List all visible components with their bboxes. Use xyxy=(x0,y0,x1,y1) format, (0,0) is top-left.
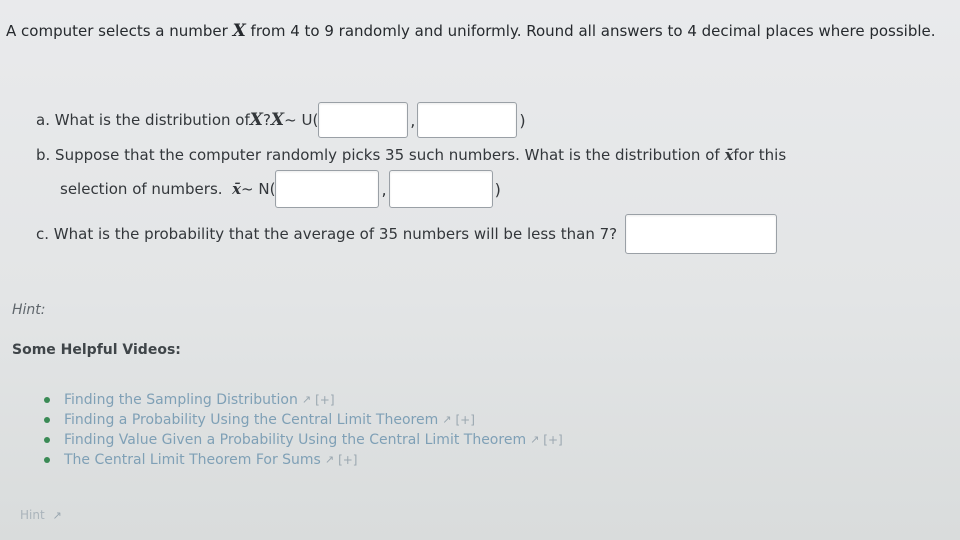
video-link[interactable]: The Central Limit Theorem For Sums xyxy=(64,450,321,470)
normal-sd-input[interactable] xyxy=(388,170,493,208)
hint-label: Hint: xyxy=(12,302,46,318)
videos-list: Finding the Sampling Distribution ↗ [+] … xyxy=(44,390,563,470)
list-item: Finding the Sampling Distribution ↗ [+] xyxy=(44,390,563,410)
question-b-var: x̄ xyxy=(724,146,734,164)
question-a-dist: ~ U( xyxy=(284,111,319,129)
external-link-icon: ↗ xyxy=(52,509,62,522)
bullet-icon xyxy=(44,397,50,403)
question-b-line2-text: selection of numbers. xyxy=(60,180,223,198)
video-link[interactable]: Finding Value Given a Probability Using … xyxy=(64,430,526,450)
question-a-var2: X xyxy=(270,110,285,130)
question-c-text: c. What is the probability that the aver… xyxy=(36,225,618,243)
list-item: The Central Limit Theorem For Sums ↗ [+] xyxy=(44,450,563,470)
problem-statement: A computer selects a number X from 4 to … xyxy=(6,20,951,42)
question-a-prefix: a. What is the distribution of xyxy=(36,111,250,129)
probability-input[interactable] xyxy=(625,214,778,254)
external-link-icon: ↗ xyxy=(530,433,540,446)
question-b-line1-end: for this xyxy=(733,146,787,164)
expand-toggle[interactable]: [+] xyxy=(455,410,474,430)
normal-mean-input[interactable] xyxy=(275,170,380,208)
question-a-sep: , xyxy=(410,110,416,130)
question-b-text: b. Suppose that the computer randomly pi… xyxy=(36,146,720,164)
question-b-close: ) xyxy=(494,179,501,199)
question-b-sep: , xyxy=(381,179,387,199)
uniform-upper-input[interactable] xyxy=(417,102,518,138)
bullet-icon xyxy=(44,417,50,423)
question-b-dist: ~ N( xyxy=(241,180,276,198)
list-item: Finding a Probability Using the Central … xyxy=(44,410,563,430)
list-item: Finding Value Given a Probability Using … xyxy=(44,430,563,450)
question-c: c. What is the probability that the aver… xyxy=(36,214,778,254)
external-link-icon: ↗ xyxy=(442,413,452,426)
video-link[interactable]: Finding the Sampling Distribution xyxy=(64,390,298,410)
question-b-line2: selection of numbers. x̄ ~ N( , ) xyxy=(60,170,503,208)
question-b-var2: x̄ xyxy=(232,180,242,198)
intro-text-before: A computer selects a number xyxy=(6,22,233,40)
expand-toggle[interactable]: [+] xyxy=(338,450,357,470)
external-link-icon: ↗ xyxy=(301,393,312,406)
uniform-lower-input[interactable] xyxy=(318,102,409,138)
expand-toggle[interactable]: [+] xyxy=(543,430,562,450)
intro-text-after: from 4 to 9 randomly and uniformly. Roun… xyxy=(245,22,936,40)
bullet-icon xyxy=(44,457,50,463)
bullet-icon xyxy=(44,437,50,443)
question-a: a. What is the distribution of X ? X ~ U… xyxy=(36,102,528,138)
intro-variable: X xyxy=(232,21,246,41)
videos-heading: Some Helpful Videos: xyxy=(12,342,181,358)
video-link[interactable]: Finding a Probability Using the Central … xyxy=(64,410,438,430)
hint-link[interactable]: Hint ↗ xyxy=(20,508,62,522)
hint-link-label: Hint xyxy=(20,508,45,522)
question-a-mid: ? xyxy=(262,111,271,129)
question-b-line1: b. Suppose that the computer randomly pi… xyxy=(36,146,786,164)
expand-toggle[interactable]: [+] xyxy=(315,390,334,410)
external-link-icon: ↗ xyxy=(324,453,335,466)
question-a-close: ) xyxy=(519,110,526,130)
question-a-var1: X xyxy=(249,110,263,130)
